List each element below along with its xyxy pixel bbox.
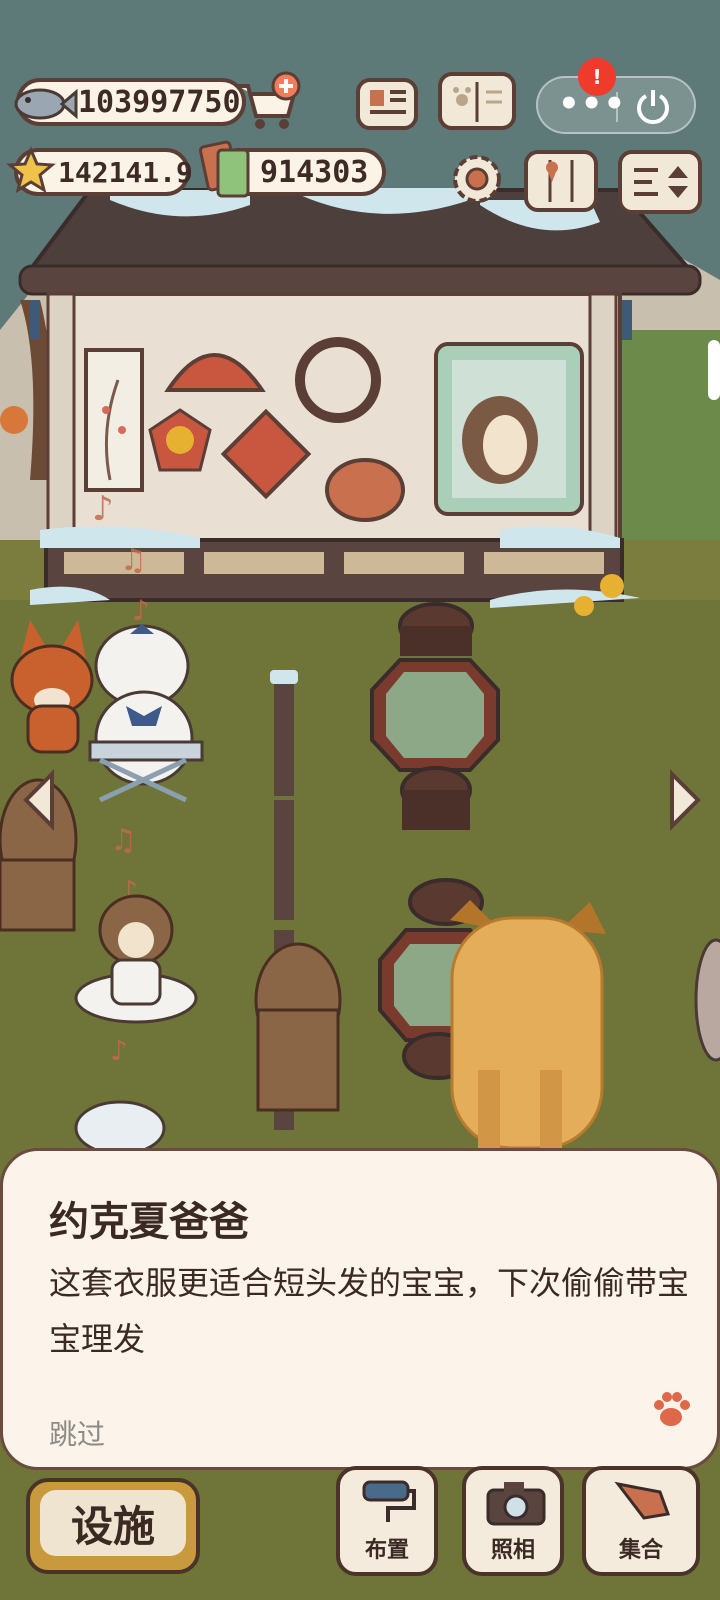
skip-button[interactable]: 跳过 (49, 1413, 105, 1453)
speaker-name: 约克夏爸爸 (49, 1199, 249, 1245)
gather-button[interactable]: 集合 (582, 1466, 700, 1576)
side-handle[interactable] (708, 340, 720, 400)
paw-album-icon (453, 82, 502, 122)
power-icon[interactable] (632, 86, 674, 128)
layout-label: 布置 (364, 1538, 409, 1563)
newspaper-button[interactable] (356, 78, 418, 130)
paint-roller-icon (362, 1480, 416, 1522)
sort-icon (634, 166, 688, 198)
photo-button[interactable]: 照相 (462, 1466, 564, 1576)
shop-cart-plus-icon[interactable] (232, 70, 302, 134)
newspaper-icon (370, 90, 406, 114)
svg-text:♪: ♪ (132, 594, 150, 627)
map-icon (546, 160, 574, 202)
fish-icon (14, 88, 78, 120)
album-button[interactable] (438, 72, 516, 130)
facility-button[interactable]: 设施 (26, 1478, 200, 1574)
paw-icon (654, 1392, 690, 1426)
left-arrow-button[interactable] (18, 768, 62, 832)
whistle-icon (614, 1481, 671, 1520)
sort-button[interactable] (618, 150, 702, 214)
notification-badge: ! (578, 58, 616, 96)
photo-label: 照相 (490, 1538, 535, 1563)
gear-icon[interactable] (446, 148, 508, 210)
svg-text:♫: ♫ (110, 823, 137, 858)
miniprogram-capsule: ••• (536, 76, 696, 134)
layout-button[interactable]: 布置 (336, 1466, 438, 1576)
dialogue-text: 这套衣服更适合短头发的宝宝，下次偷偷带宝宝理发 (49, 1264, 690, 1358)
gather-label: 集合 (618, 1538, 663, 1563)
map-button[interactable] (524, 150, 598, 212)
dialogue-box[interactable]: 约克夏爸爸 这套衣服更适合短头发的宝宝，下次偷偷带宝宝理发 跳过 (0, 1148, 720, 1470)
ticket-icon (198, 140, 250, 198)
camera-icon (486, 1482, 546, 1526)
star-icon (6, 146, 56, 194)
facility-label: 设施 (40, 1490, 186, 1556)
svg-text:♪: ♪ (92, 489, 114, 529)
right-arrow-button[interactable] (662, 768, 706, 832)
capsule-divider (616, 92, 618, 122)
svg-text:♫: ♫ (120, 543, 147, 578)
svg-text:♪: ♪ (110, 1034, 128, 1067)
